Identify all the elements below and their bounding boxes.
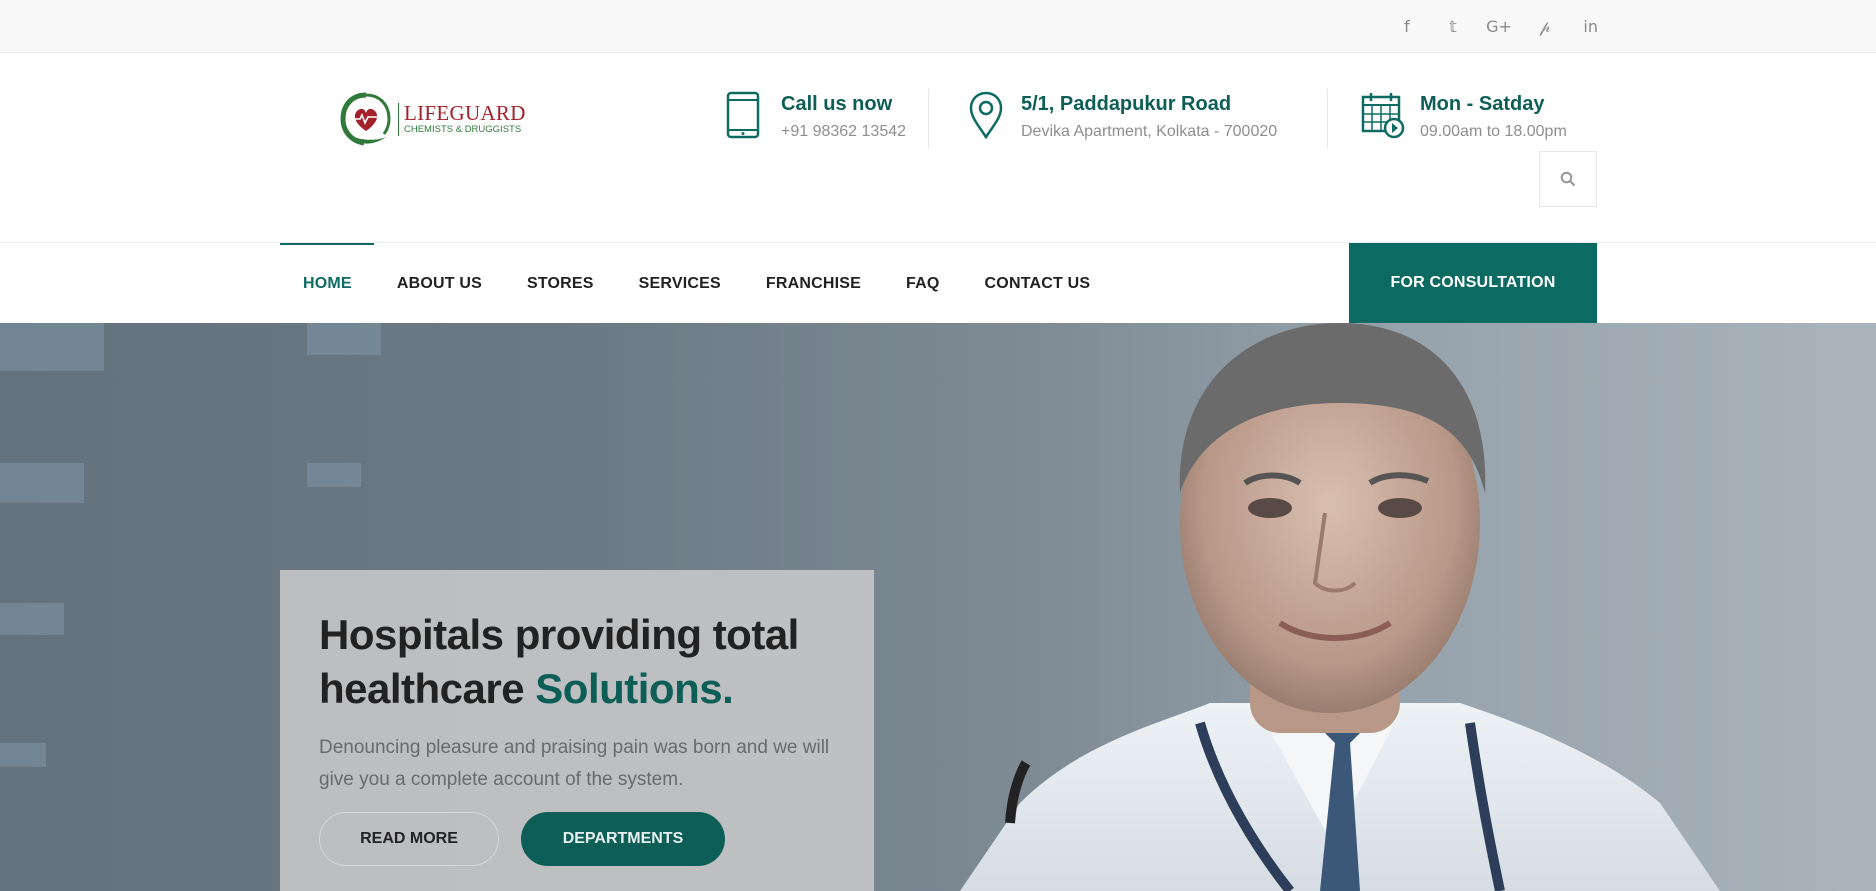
hero-description: Denouncing pleasure and praising pain wa… <box>319 737 830 790</box>
top-bar: f 𝕥 G+ 𝓅 in <box>0 0 1876 53</box>
address-title: 5/1, Paddapukur Road <box>1021 93 1232 115</box>
location-pin-icon <box>969 91 1003 139</box>
logo-text: LIFEGUARD CHEMISTS & DRUGGISTS <box>398 100 526 136</box>
hero-title-accent: Solutions. <box>535 665 734 712</box>
main-nav: HOME ABOUT US STORES SERVICES FRANCHISE … <box>280 243 1112 323</box>
hero-card: Hospitals providing total healthcare Sol… <box>280 570 874 891</box>
facebook-icon[interactable]: f <box>1384 17 1430 37</box>
nav-stores[interactable]: STORES <box>504 243 616 323</box>
search-icon <box>1560 171 1576 187</box>
header-divider <box>928 89 929 149</box>
decor-tile <box>307 463 361 487</box>
nav-services[interactable]: SERVICES <box>616 243 743 323</box>
decor-tile <box>307 323 381 355</box>
hours-detail: 09.00am to 18.00pm <box>1420 123 1567 140</box>
contact-hours: Mon - Satday 09.00am to 18.00pm <box>1361 91 1567 145</box>
nav-about-us[interactable]: ABOUT US <box>374 243 504 323</box>
hero-title: Hospitals providing total healthcare Sol… <box>319 608 834 716</box>
logo-emblem-icon <box>340 92 391 146</box>
twitter-icon[interactable]: 𝕥 <box>1430 17 1476 37</box>
contact-address: 5/1, Paddapukur Road Devika Apartment, K… <box>966 91 1277 145</box>
phone-title: Call us now <box>781 93 893 115</box>
nav-home[interactable]: HOME <box>280 243 374 323</box>
read-more-button[interactable]: READ MORE <box>319 812 499 866</box>
social-links: f 𝕥 G+ 𝓅 in <box>1384 17 1598 37</box>
decor-tile <box>0 603 64 635</box>
google-plus-icon[interactable]: G+ <box>1476 17 1522 37</box>
logo[interactable]: LIFEGUARD CHEMISTS & DRUGGISTS <box>340 91 526 147</box>
departments-button[interactable]: DEPARTMENTS <box>521 812 725 866</box>
decor-tile <box>0 743 46 767</box>
header-divider <box>1327 89 1328 149</box>
nav-faq[interactable]: FAQ <box>883 243 962 323</box>
logo-tagline: CHEMISTS & DRUGGISTS <box>404 123 522 135</box>
logo-name: LIFEGUARD <box>404 100 526 125</box>
linkedin-icon[interactable]: in <box>1568 17 1598 37</box>
hours-title: Mon - Satday <box>1420 93 1545 115</box>
decor-tile <box>0 323 104 371</box>
contact-phone: Call us now +91 98362 13542 <box>726 91 906 145</box>
address-detail: Devika Apartment, Kolkata - 700020 <box>1021 123 1278 140</box>
pinterest-icon[interactable]: 𝓅 <box>1522 17 1568 37</box>
nav-contact-us[interactable]: CONTACT US <box>962 243 1113 323</box>
decor-tile <box>0 463 84 503</box>
nav-franchise[interactable]: FRANCHISE <box>743 243 883 323</box>
main-navbar: HOME ABOUT US STORES SERVICES FRANCHISE … <box>0 243 1876 323</box>
search-button[interactable] <box>1539 151 1597 207</box>
doctor-photo <box>960 323 1720 891</box>
site-header: LIFEGUARD CHEMISTS & DRUGGISTS Call us n… <box>0 53 1876 243</box>
hero-buttons: READ MORE DEPARTMENTS <box>319 812 725 866</box>
phone-number[interactable]: +91 98362 13542 <box>781 119 906 145</box>
phone-icon <box>726 91 760 139</box>
calendar-clock-icon <box>1361 93 1405 139</box>
consultation-button[interactable]: FOR CONSULTATION <box>1349 243 1597 323</box>
